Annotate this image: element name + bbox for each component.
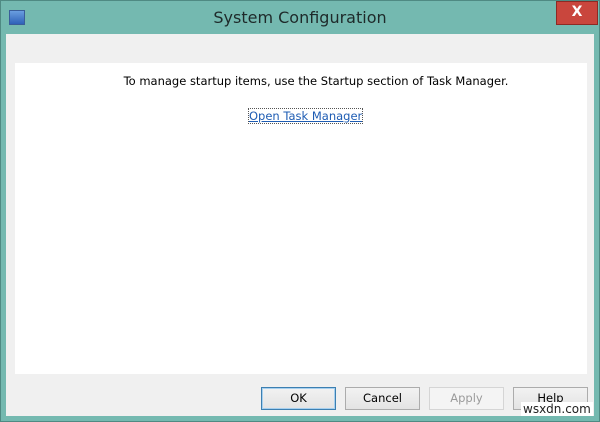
startup-message: To manage startup items, use the Startup… [123, 74, 509, 88]
title-bar[interactable]: System Configuration X [1, 1, 599, 34]
apply-button[interactable]: Apply [429, 387, 504, 410]
watermark: wsxdn.com [521, 402, 593, 416]
startup-panel: To manage startup items, use the Startup… [15, 63, 587, 374]
system-configuration-window: System Configuration X To manage startup… [0, 0, 600, 422]
dialog-body: To manage startup items, use the Startup… [6, 34, 594, 416]
ok-button[interactable]: OK [261, 387, 336, 410]
cancel-button[interactable]: Cancel [345, 387, 420, 410]
window-title: System Configuration [213, 8, 387, 27]
close-button[interactable]: X [556, 1, 598, 25]
open-task-manager-link[interactable]: Open Task Manager [247, 108, 364, 124]
